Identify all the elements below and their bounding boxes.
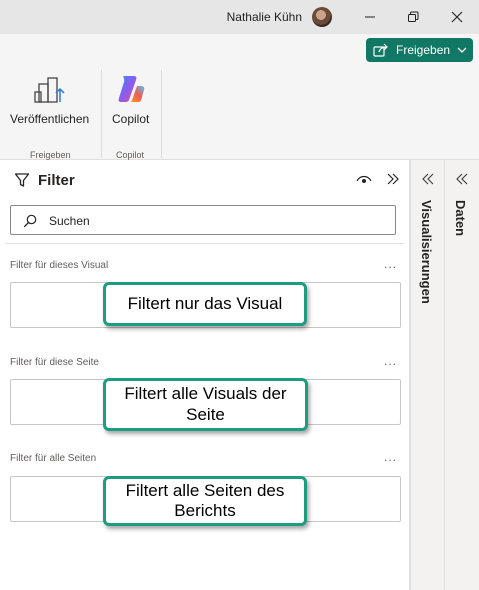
more-options-icon[interactable]: ... — [384, 450, 397, 464]
search-input[interactable]: Suchen — [10, 205, 396, 235]
expand-pane-icon[interactable] — [454, 172, 470, 186]
share-button[interactable]: Freigeben — [366, 38, 473, 62]
data-pane-collapsed[interactable]: Daten — [444, 160, 479, 590]
divider — [6, 243, 404, 244]
group-divider — [101, 70, 102, 158]
restore-button[interactable] — [390, 0, 436, 34]
section-label-all-pages: Filter für alle Seiten — [10, 453, 97, 464]
share-icon — [373, 43, 388, 57]
search-icon — [23, 214, 37, 228]
group-label-copilot: Copilot — [116, 150, 145, 160]
copilot-label: Copilot — [112, 112, 150, 126]
callout-visual: Filtert nur das Visual — [103, 282, 307, 326]
chevron-down-icon — [457, 47, 467, 53]
ribbon: Veröffentlichen Freigeben Copilot Copilo… — [0, 66, 479, 160]
avatar[interactable] — [312, 7, 332, 27]
title-bar: Nathalie Kühn — [0, 0, 479, 34]
group-label-share: Freigeben — [30, 150, 71, 160]
data-pane-label: Daten — [453, 200, 468, 237]
more-options-icon[interactable]: ... — [384, 257, 397, 271]
group-divider — [161, 70, 162, 158]
collapse-pane-icon[interactable] — [385, 172, 401, 186]
visualizations-pane-label: Visualisierungen — [419, 200, 434, 304]
callout-page: Filtert alle Visuals der Seite — [103, 378, 308, 431]
more-options-icon[interactable]: ... — [384, 354, 397, 368]
publish-icon — [33, 77, 65, 103]
publish-label: Veröffentlichen — [10, 112, 90, 126]
share-label: Freigeben — [396, 43, 451, 57]
filter-icon — [14, 173, 30, 187]
filter-pane-title: Filter — [38, 172, 75, 189]
publish-button[interactable]: Veröffentlichen — [10, 72, 89, 126]
copilot-icon — [118, 76, 144, 102]
eye-icon[interactable] — [356, 174, 372, 186]
callout-all-pages: Filtert alle Seiten des Berichts — [103, 476, 307, 526]
visualizations-pane-collapsed[interactable]: Visualisierungen — [410, 160, 444, 590]
user-name[interactable]: Nathalie Kühn — [227, 10, 302, 24]
close-icon — [451, 11, 463, 23]
section-label-page: Filter für diese Seite — [10, 357, 99, 368]
search-placeholder: Suchen — [49, 214, 90, 228]
minimize-icon — [365, 16, 375, 18]
section-label-visual: Filter für dieses Visual — [10, 260, 109, 271]
close-button[interactable] — [434, 0, 479, 34]
copilot-button[interactable]: Copilot — [112, 72, 149, 126]
restore-icon — [408, 11, 419, 22]
expand-pane-icon[interactable] — [420, 172, 436, 186]
minimize-button[interactable] — [347, 0, 393, 34]
